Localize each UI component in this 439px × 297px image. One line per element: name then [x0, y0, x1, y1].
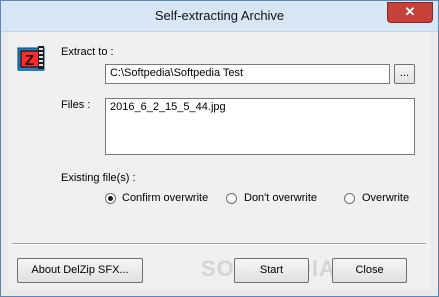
radio-confirm-overwrite[interactable]: Confirm overwrite [105, 192, 215, 206]
close-window-button[interactable]: ✕ [387, 2, 433, 23]
radio-overwrite[interactable]: Overwrite [344, 192, 416, 206]
svg-text:Z: Z [25, 52, 34, 69]
radio-button[interactable] [344, 193, 355, 204]
list-item[interactable]: 2016_6_2_15_5_44.jpg [110, 101, 410, 113]
extract-to-label: Extract to : [61, 46, 114, 58]
files-list[interactable]: 2016_6_2_15_5_44.jpg [105, 98, 415, 155]
title-bar: Self-extracting Archive ✕ [1, 1, 438, 32]
radio-button[interactable] [226, 193, 237, 204]
extract-path-input[interactable]: C:\Softpedia\Softpedia Test [105, 64, 390, 84]
sfx-window: Self-extracting Archive ✕ Z Extract to :… [0, 0, 439, 297]
radio-label: Overwrite [362, 192, 410, 204]
radio-dot [108, 196, 113, 201]
browse-button[interactable]: ... [394, 64, 415, 84]
close-button[interactable]: Close [332, 258, 407, 283]
existing-files-label: Existing file(s) : [61, 172, 136, 184]
radio-dont-overwrite[interactable]: Don't overwrite [226, 192, 326, 206]
files-label: Files : [61, 99, 91, 111]
separator [12, 243, 426, 245]
radio-label: Confirm overwrite [122, 192, 209, 204]
dialog-client: Z Extract to : C:\Softpedia\Softpedia Te… [8, 32, 431, 289]
start-button[interactable]: Start [234, 258, 309, 283]
about-button[interactable]: About DelZip SFX... [17, 258, 143, 283]
zip-archive-icon: Z [16, 44, 48, 72]
radio-label: Don't overwrite [244, 192, 318, 204]
window-title: Self-extracting Archive [154, 8, 285, 23]
radio-button[interactable] [105, 193, 116, 204]
